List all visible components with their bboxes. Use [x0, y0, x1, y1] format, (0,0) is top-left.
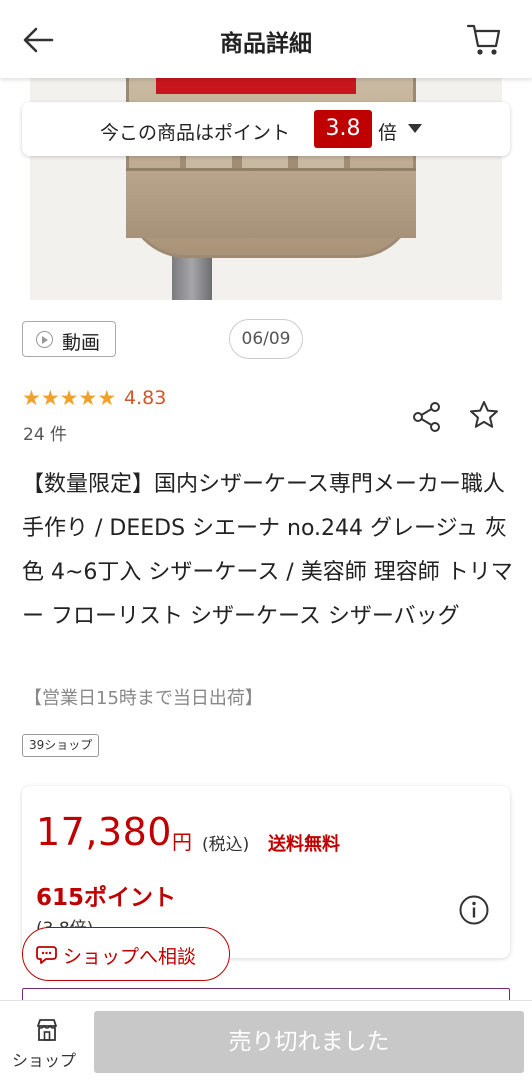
rating-value[interactable]: 4.83	[124, 387, 166, 409]
app-header: 商品詳細	[0, 0, 532, 78]
bottom-action-bar: ショップ 売り切れました	[0, 1000, 532, 1080]
point-banner-text: 今この商品はポイント	[100, 122, 291, 144]
tax-label: (税込)	[202, 835, 250, 855]
cart-button[interactable]	[466, 20, 502, 58]
video-button[interactable]: 動画	[22, 321, 116, 357]
sold-out-button: 売り切れました	[94, 1011, 524, 1073]
star-icon: ★	[40, 386, 60, 410]
star-icon: ★	[22, 386, 41, 410]
star-outline-icon	[470, 401, 498, 428]
point-multiplier-banner[interactable]: 今この商品はポイント 3.8 倍	[22, 102, 510, 156]
points-amount: 615ポイント	[36, 885, 177, 911]
consult-shop-button[interactable]: ショップへ相談	[22, 927, 230, 981]
caret-down-icon	[408, 124, 422, 133]
shop-button[interactable]: ショップ	[0, 1001, 94, 1080]
image-red-tag	[156, 78, 356, 94]
favorite-button[interactable]	[468, 399, 500, 431]
info-icon	[459, 895, 489, 925]
share-button[interactable]	[410, 400, 444, 434]
free-shipping-label: 送料無料	[268, 834, 340, 855]
star-icon: ★	[97, 386, 117, 410]
share-icon	[413, 402, 440, 432]
rating-stars[interactable]: ★ ★ ★ ★ ★	[22, 386, 116, 410]
shop-icon	[37, 1019, 57, 1041]
cart-icon	[466, 24, 501, 55]
shop-label: ショップ	[12, 1051, 77, 1070]
video-label: 動画	[62, 332, 101, 354]
price-unit: 円	[172, 830, 192, 854]
product-title: 【数量限定】国内シザーケース専門メーカー職人手作り / DEEDS シエーナ n…	[22, 472, 513, 629]
point-banner-suffix: 倍	[378, 122, 398, 144]
star-icon: ★	[59, 386, 79, 410]
consult-label: ショップへ相談	[63, 946, 197, 968]
review-count[interactable]: 24 件	[23, 420, 67, 445]
star-icon: ★	[78, 386, 98, 410]
play-icon	[36, 331, 53, 348]
price-amount: 17,380	[36, 810, 172, 854]
image-page-indicator: 06/09	[229, 319, 303, 359]
shop-badge: 39ショップ	[22, 734, 100, 757]
shipping-note: 【営業日15時まで当日出荷】	[24, 688, 263, 709]
chat-bubble-icon	[36, 946, 57, 964]
page-title: 商品詳細	[220, 31, 312, 57]
points-info-button[interactable]	[458, 894, 490, 926]
point-multiplier-badge: 3.8	[314, 110, 372, 148]
